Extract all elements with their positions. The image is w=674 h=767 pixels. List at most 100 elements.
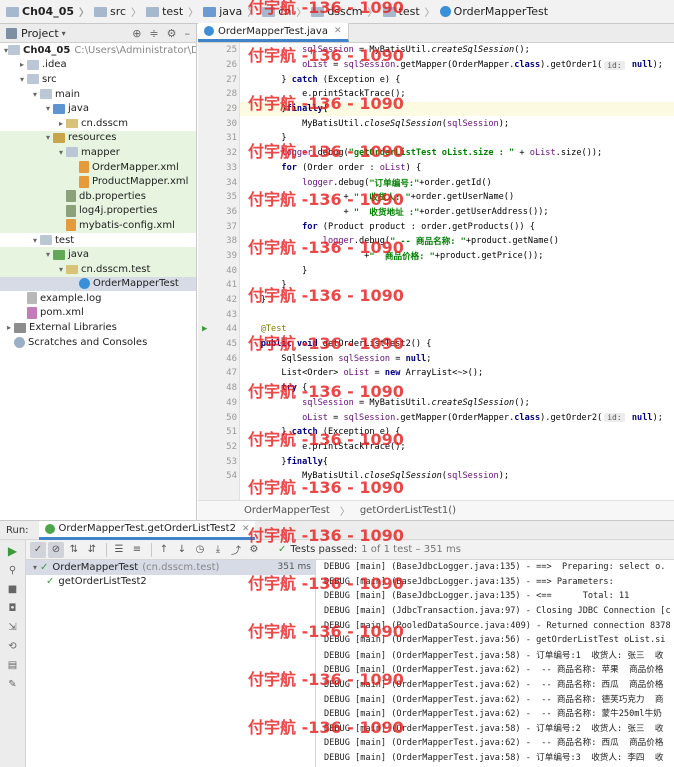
chevron-down-icon[interactable]: ▾ xyxy=(62,29,66,38)
tree-item[interactable]: ▸ External Libraries xyxy=(0,320,196,335)
tree-item[interactable]: ▸ .idea xyxy=(0,58,196,73)
chevron-down-icon[interactable]: ▾ xyxy=(30,236,40,245)
rerun-icon[interactable]: ▶ xyxy=(6,544,20,558)
tree-item[interactable]: ▾ java xyxy=(0,101,196,116)
collapse-all-icon[interactable]: ≡ xyxy=(129,542,145,558)
chevron-down-icon[interactable]: ▾ xyxy=(43,250,53,259)
tree-item[interactable]: ProductMapper.xml xyxy=(0,174,196,189)
tree-item-label: main xyxy=(55,88,80,100)
editor-breadcrumb-item[interactable]: OrderMapperTest xyxy=(244,505,330,516)
code-editor[interactable]: sqlSession = MyBatisUtil. createSqlSessio… xyxy=(240,43,674,500)
chevron-down-icon[interactable]: ▾ xyxy=(30,563,40,572)
tree-item[interactable]: db.properties xyxy=(0,188,196,204)
chevron-down-icon[interactable]: ▾ xyxy=(56,265,66,274)
export-results-icon[interactable]: ⤴ xyxy=(228,542,244,558)
settings-icon[interactable]: ⚙ xyxy=(246,542,262,558)
code-token: } xyxy=(240,133,287,144)
code-token: oList xyxy=(302,412,328,423)
tree-item[interactable]: ▾ main xyxy=(0,87,196,102)
chevron-right-icon[interactable]: ▸ xyxy=(17,60,27,69)
export-icon[interactable]: ⇲ xyxy=(6,620,20,634)
hide-icon[interactable]: – xyxy=(185,27,191,40)
restore-icon[interactable]: ⟲ xyxy=(6,639,20,653)
tree-item[interactable]: ▾ test xyxy=(0,233,196,248)
tree-item[interactable]: log4j.properties xyxy=(0,203,196,219)
code-token: (Product product : order.getProducts()) … xyxy=(317,221,535,232)
tree-item[interactable]: ▾ resources xyxy=(0,130,196,146)
chevron-down-icon[interactable]: ▾ xyxy=(43,133,53,142)
breadcrumb-item[interactable]: src 〉 xyxy=(94,4,146,19)
chevron-right-icon[interactable]: ▸ xyxy=(4,323,14,332)
tree-item[interactable]: ▾ src xyxy=(0,72,196,87)
chevron-down-icon[interactable]: ▾ xyxy=(43,104,53,113)
camera-icon[interactable]: ◘ xyxy=(6,601,20,615)
test-package: (cn.dsscm.test) xyxy=(142,561,220,573)
code-line: oList = sqlSession .getMapper(OrderMapper… xyxy=(240,410,674,425)
chevron-down-icon[interactable]: ▾ xyxy=(17,75,27,84)
breadcrumb-item[interactable]: Ch04_05 〉 xyxy=(6,4,94,19)
test-item[interactable]: ▾ ✓ OrderMapperTest (cn.dsscm.test) 351 ms xyxy=(26,560,315,575)
run-test-icon[interactable]: ▶ xyxy=(202,324,207,334)
sort-alpha-icon[interactable]: ⇅ xyxy=(66,542,82,558)
breadcrumb-item[interactable]: test 〉 xyxy=(146,4,203,19)
breadcrumb-item[interactable]: test 〉 xyxy=(382,4,440,19)
close-icon[interactable]: ✕ xyxy=(242,524,250,534)
tree-item[interactable]: example.log xyxy=(0,291,196,306)
tree-item[interactable]: OrderMapper.xml xyxy=(0,159,196,175)
breadcrumb-item[interactable]: dsscm 〉 xyxy=(311,4,382,19)
chevron-down-icon[interactable]: ▾ xyxy=(56,148,66,157)
breadcrumb-item[interactable]: java 〉 xyxy=(203,4,262,19)
close-icon[interactable]: ✕ xyxy=(334,26,342,36)
project-panel-title[interactable]: Project xyxy=(21,27,59,40)
history-icon[interactable]: ◷ xyxy=(192,542,208,558)
collapse-icon[interactable]: ≑ xyxy=(149,27,158,40)
tree-item[interactable]: pom.xml xyxy=(0,306,196,321)
run-tab[interactable]: OrderMapperTest.getOrderListTest2 ✕ xyxy=(38,520,256,540)
import-icon[interactable]: ⤓ xyxy=(210,542,226,558)
tree-item[interactable]: OrderMapperTest xyxy=(0,276,196,292)
arrow-up-icon[interactable]: ↑ xyxy=(156,542,172,558)
wrench-icon[interactable]: ⚲ xyxy=(6,563,20,577)
expand-all-icon[interactable]: ☰ xyxy=(111,542,127,558)
stop-icon[interactable]: ■ xyxy=(6,582,20,596)
tree-item[interactable]: Scratches and Consoles xyxy=(0,335,196,350)
chevron-down-icon[interactable]: ▾ xyxy=(30,90,40,99)
editor-breadcrumb-item[interactable]: getOrderListTest1() xyxy=(360,505,456,516)
tree-item[interactable]: mybatis-config.xml xyxy=(0,218,196,233)
tree-item[interactable]: ▾ mapper xyxy=(0,145,196,160)
code-token: null xyxy=(631,60,653,71)
code-token: = xyxy=(327,60,344,71)
code-token: null xyxy=(405,353,427,364)
layout-icon[interactable]: ▤ xyxy=(6,658,20,672)
tree-item[interactable]: ▸ cn.dsscm xyxy=(0,116,196,131)
locate-icon[interactable]: ⊕ xyxy=(132,27,141,40)
project-panel-header: Project ▾ ⊕ ≑ ⚙ – xyxy=(0,24,196,43)
pin-icon[interactable]: ✎ xyxy=(6,677,20,691)
tree-item[interactable]: ▾ java xyxy=(0,247,196,262)
code-line: for (Product product : order.getProducts… xyxy=(240,219,674,234)
tree-item[interactable]: ▾ cn.dsscm.test xyxy=(0,261,196,277)
editor-tab-ordermappertest[interactable]: OrderMapperTest.java ✕ xyxy=(198,23,349,42)
code-token: logger xyxy=(302,177,334,188)
breadcrumb-item[interactable]: cn 〉 xyxy=(262,4,311,19)
code-token: sqlSession xyxy=(446,471,499,482)
gear-icon[interactable]: ⚙ xyxy=(167,27,177,40)
tree-item[interactable]: ▾Ch04_05C:\Users\Administrator\Desk xyxy=(0,43,196,58)
line-number: 39 xyxy=(198,249,239,264)
breadcrumb-label: Ch04_05 xyxy=(22,5,75,18)
code-token: id: xyxy=(604,413,625,423)
code-token: " 收货人: " xyxy=(353,193,411,204)
line-number: 37 xyxy=(198,219,239,234)
show-ignored-icon[interactable]: ⊘ xyxy=(48,541,64,558)
console-line: DEBUG [main] (OrderMapperTest.java:62) -… xyxy=(324,680,664,691)
breadcrumb-item[interactable]: OrderMapperTest xyxy=(439,5,548,18)
show-passed-icon[interactable]: ✓ xyxy=(30,541,46,558)
line-number-label: 33 xyxy=(226,162,237,173)
console-output[interactable]: DEBUG [main] (BaseJdbcLogger.java:135) -… xyxy=(316,560,674,767)
chevron-right-icon[interactable]: ▸ xyxy=(56,119,66,128)
arrow-down-icon[interactable]: ↓ xyxy=(174,542,190,558)
code-token: .getMapper(OrderMapper. xyxy=(395,412,515,423)
sort-duration-icon[interactable]: ⇵ xyxy=(84,542,100,558)
line-number-label: 34 xyxy=(226,177,237,188)
test-item[interactable]: ✓ getOrderListTest2 xyxy=(26,575,315,590)
